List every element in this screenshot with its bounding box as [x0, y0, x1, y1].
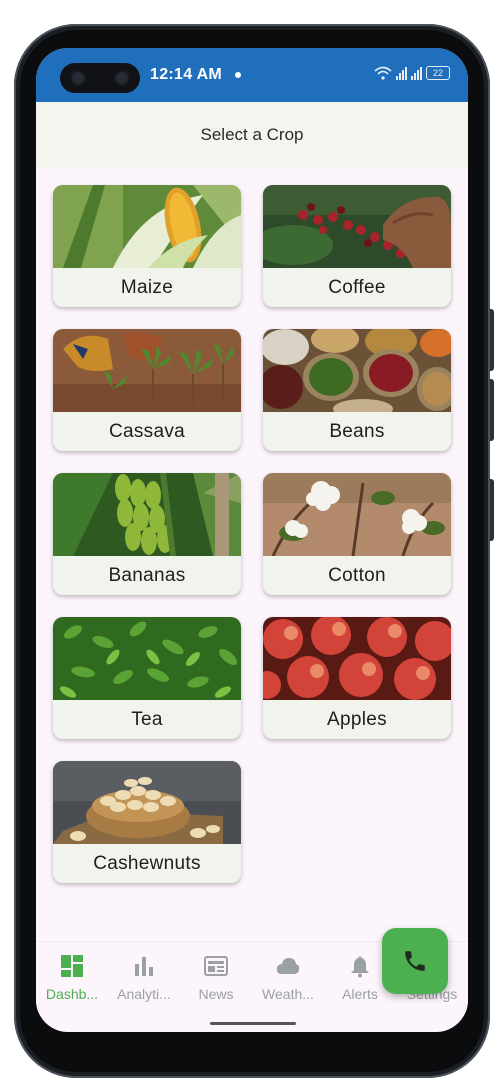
bell-icon	[351, 956, 369, 978]
home-indicator[interactable]	[210, 1022, 296, 1025]
coffee-image	[263, 185, 451, 268]
crop-label: Cotton	[328, 564, 386, 586]
crop-card-apples[interactable]: Apples	[263, 617, 451, 739]
crop-card-beans[interactable]: Beans	[263, 329, 451, 451]
volume-up-button	[490, 309, 494, 371]
crop-label: Beans	[329, 420, 385, 442]
status-icons: 22	[374, 66, 450, 80]
crop-label: Bananas	[108, 564, 186, 586]
crop-card-cassava[interactable]: Cassava	[53, 329, 241, 451]
battery-icon: 22	[426, 66, 450, 80]
crop-label: Apples	[327, 708, 387, 730]
crop-label: Tea	[131, 708, 163, 730]
maize-image	[53, 185, 241, 268]
nav-item-weather[interactable]: Weath...	[252, 942, 324, 1014]
page-title: Select a Crop	[200, 125, 304, 144]
nav-label: Weath...	[262, 986, 314, 1002]
wifi-icon	[374, 66, 392, 80]
dashboard-icon	[61, 955, 83, 977]
crop-label: Cashewnuts	[93, 852, 201, 874]
crop-card-coffee[interactable]: Coffee	[263, 185, 451, 307]
nav-label: News	[198, 986, 234, 1002]
crop-card-cashewnuts[interactable]: Cashewnuts	[53, 761, 241, 883]
nav-label: Analyti...	[117, 986, 171, 1002]
status-bar: 12:14 AM 22	[36, 48, 468, 102]
nav-item-dashboard[interactable]: Dashb...	[36, 942, 108, 1014]
app-bar: Select a Crop	[36, 102, 468, 168]
crop-label: Coffee	[328, 276, 386, 298]
call-button[interactable]	[382, 928, 448, 994]
newspaper-icon	[204, 956, 228, 976]
crop-card-bananas[interactable]: Bananas	[53, 473, 241, 595]
crop-label: Maize	[120, 276, 174, 298]
crop-card-maize[interactable]: Maize	[53, 185, 241, 307]
crop-card-tea[interactable]: Tea	[53, 617, 241, 739]
cassava-image	[53, 329, 241, 412]
power-button	[490, 479, 494, 541]
app-screen: 12:14 AM 22 Select a Crop Maize Coffee C…	[36, 48, 468, 1032]
volume-down-button	[490, 379, 494, 441]
phone-icon	[405, 951, 425, 971]
signal-icon	[396, 66, 407, 80]
cashewnuts-image	[53, 761, 241, 844]
bar-chart-icon	[135, 957, 153, 976]
bananas-image	[53, 473, 241, 556]
status-time: 12:14 AM	[150, 66, 223, 83]
signal-icon	[411, 66, 422, 80]
nav-label: Dashb...	[45, 986, 99, 1002]
nav-item-analytics[interactable]: Analyti...	[108, 942, 180, 1014]
crop-label: Cassava	[108, 420, 186, 442]
tea-image	[53, 617, 241, 700]
crop-card-cotton[interactable]: Cotton	[263, 473, 451, 595]
nav-item-news[interactable]: News	[180, 942, 252, 1014]
beans-image	[263, 329, 451, 412]
front-camera	[60, 63, 140, 93]
apples-image	[263, 617, 451, 700]
cotton-image	[263, 473, 451, 556]
cloud-icon	[276, 958, 300, 974]
notification-dot	[235, 72, 241, 78]
